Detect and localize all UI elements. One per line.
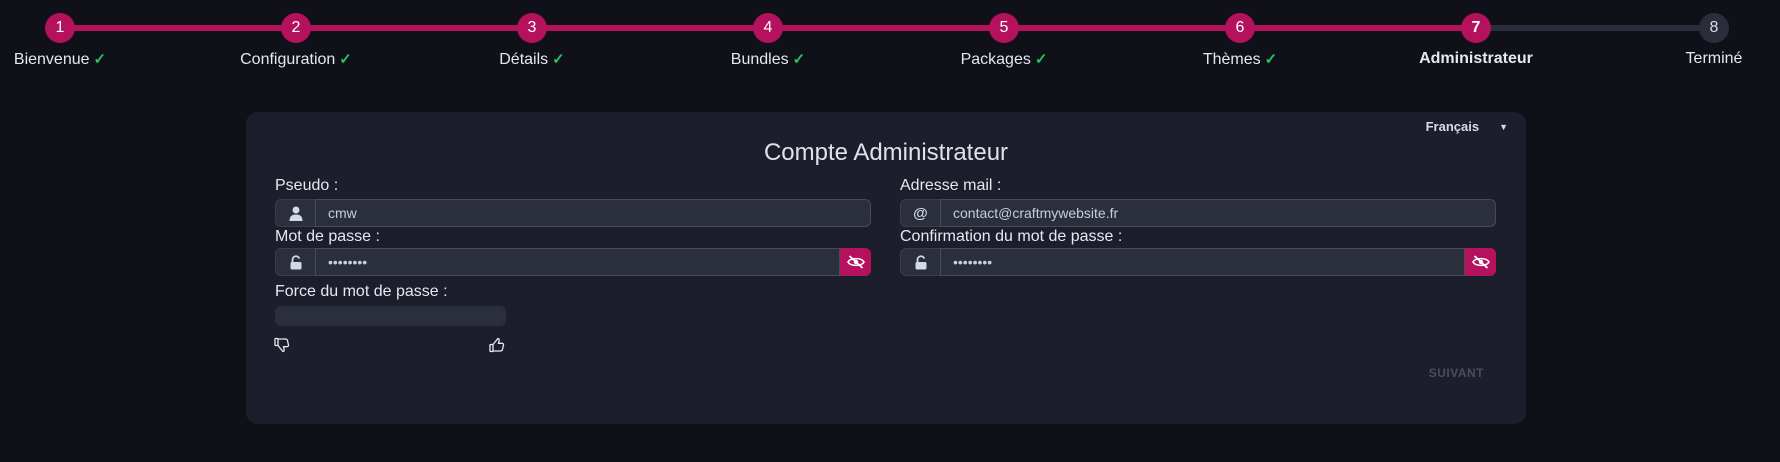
step-label: Détails <box>499 51 549 68</box>
step-number: 6 <box>1225 13 1255 43</box>
unlock-icon <box>900 248 940 276</box>
step-number: 7 <box>1461 13 1491 43</box>
eye-slash-icon[interactable] <box>1465 248 1496 276</box>
step-bienvenue: 1 Bienvenue ✓ <box>0 13 160 69</box>
eye-slash-icon[interactable] <box>840 248 871 276</box>
pseudo-input[interactable] <box>315 199 871 227</box>
check-icon: ✓ <box>1264 51 1278 68</box>
password-label: Mot de passe : <box>275 228 380 245</box>
step-packages: 5 Packages ✓ <box>904 13 1104 69</box>
password-confirm-input[interactable] <box>940 248 1465 276</box>
step-themes: 6 Thèmes ✓ <box>1140 13 1340 69</box>
user-icon <box>275 199 315 227</box>
step-label: Configuration <box>240 51 336 68</box>
check-icon: ✓ <box>1034 51 1048 68</box>
step-number: 1 <box>45 13 75 43</box>
step-details: 3 Détails ✓ <box>432 13 632 69</box>
strength-label: Force du mot de passe : <box>275 283 448 300</box>
at-icon: @ <box>900 199 940 227</box>
check-icon: ✓ <box>339 51 352 68</box>
email-input[interactable] <box>940 199 1496 227</box>
language-value: Français <box>1425 119 1480 134</box>
check-icon: ✓ <box>93 51 107 68</box>
password-strength-bar <box>275 306 506 326</box>
card-title: Compte Administrateur <box>763 139 1009 166</box>
thumbs-up-icon <box>489 337 505 353</box>
step-label: Administrateur <box>1419 50 1533 67</box>
pseudo-label: Pseudo : <box>275 177 339 194</box>
step-label: Bienvenue <box>13 51 90 68</box>
language-select[interactable]: Français ▼ <box>1426 119 1508 134</box>
step-label: Bundles <box>730 51 789 68</box>
step-number: 8 <box>1699 13 1729 43</box>
unlock-icon <box>275 248 315 276</box>
step-termine: 8 Terminé <box>1614 13 1780 68</box>
step-label: Thèmes <box>1202 51 1261 68</box>
check-icon: ✓ <box>552 51 565 68</box>
step-bundles: 4 Bundles ✓ <box>668 13 868 69</box>
step-administrateur: 7 Administrateur <box>1376 13 1576 68</box>
step-number: 3 <box>517 13 547 43</box>
email-label: Adresse mail : <box>900 177 1002 194</box>
password-group <box>275 248 871 276</box>
install-stepper: 1 Bienvenue ✓ 2 Configuration ✓ 3 Détails ✓… <box>0 0 1780 90</box>
step-number: 5 <box>989 13 1019 43</box>
thumbs-down-icon <box>274 337 290 353</box>
check-icon: ✓ <box>792 51 806 68</box>
step-label: Packages <box>960 51 1031 68</box>
email-group: @ <box>900 199 1496 227</box>
step-configuration: 2 Configuration ✓ <box>196 13 396 69</box>
step-label: Terminé <box>1685 50 1743 67</box>
password-confirm-group <box>900 248 1496 276</box>
chevron-down-icon: ▼ <box>1499 121 1508 132</box>
next-button[interactable]: SUIVANT <box>1429 366 1484 380</box>
admin-account-card: Français ▼ Compte Administrateur Pseudo … <box>246 112 1526 424</box>
password-input[interactable] <box>315 248 840 276</box>
step-number: 4 <box>753 13 783 43</box>
step-number: 2 <box>281 13 311 43</box>
password-confirm-label: Confirmation du mot de passe : <box>900 228 1123 245</box>
pseudo-group <box>275 199 871 227</box>
